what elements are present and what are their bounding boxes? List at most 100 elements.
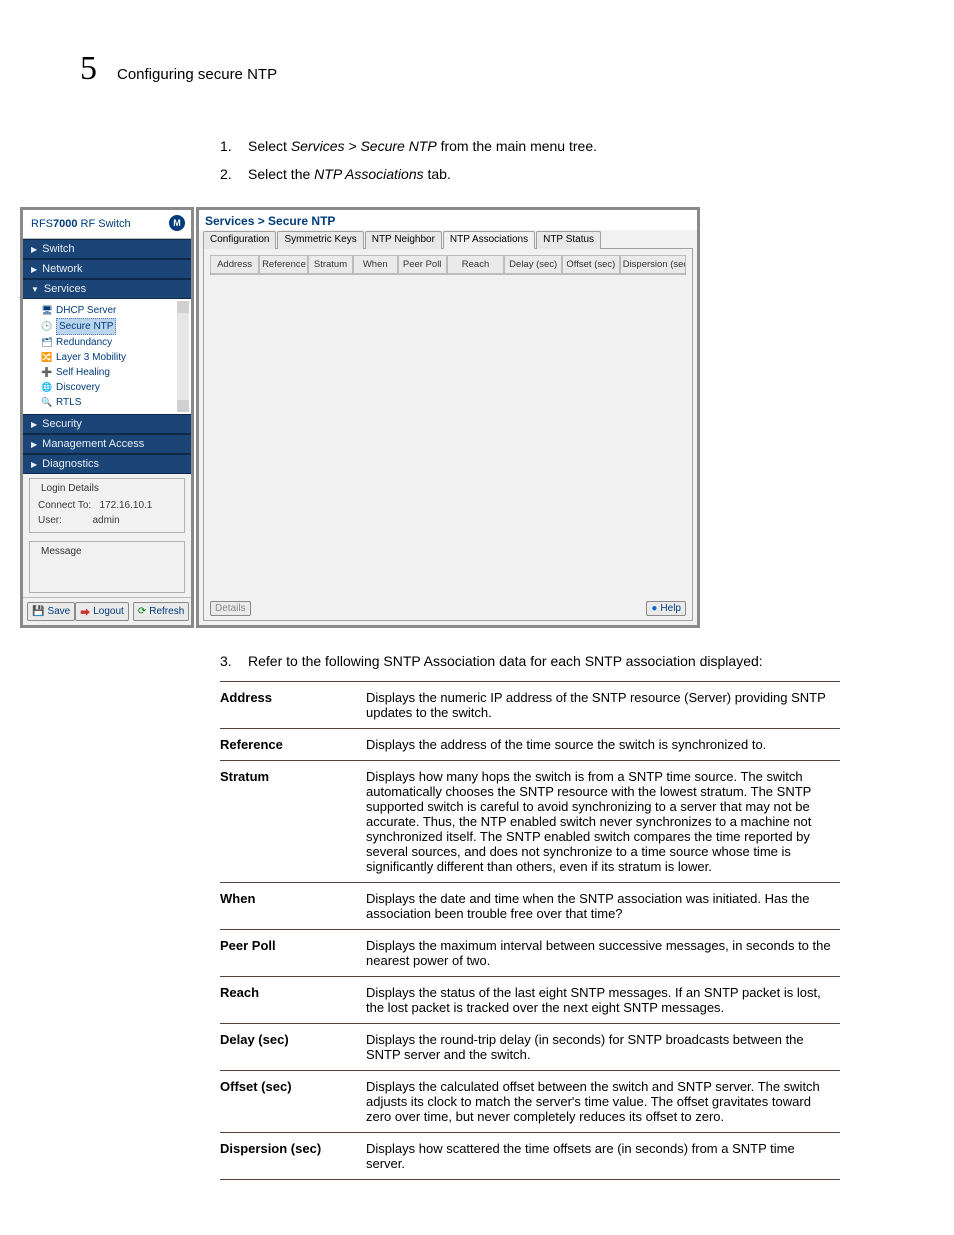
term: When (220, 883, 366, 930)
nav-item-security[interactable]: ▶Security (23, 414, 191, 434)
col-stratum[interactable]: Stratum (308, 255, 353, 274)
table-row: Dispersion (sec)Displays how scattered t… (220, 1133, 840, 1180)
table-row: ReferenceDisplays the address of the tim… (220, 729, 840, 761)
step3: 3. Refer to the following SNTP Associati… (220, 653, 874, 669)
brand-bar: RFS7000 RF Switch M (23, 210, 191, 239)
term: Stratum (220, 761, 366, 883)
tree-item-secure-ntp[interactable]: 🕒Secure NTP (41, 318, 189, 335)
term: Address (220, 682, 366, 729)
arrow-right-icon: ▶ (31, 440, 37, 449)
step-number: 1. (220, 138, 238, 154)
save-button[interactable]: 💾Save (27, 602, 75, 621)
step-number: 3. (220, 653, 238, 669)
col-peer-poll[interactable]: Peer Poll (398, 255, 447, 274)
definition: Displays the round-trip delay (in second… (366, 1024, 840, 1071)
step-text: Refer to the following SNTP Association … (248, 653, 763, 669)
rtls-icon: 🔍 (41, 395, 53, 410)
step-text: Select the NTP Associations tab. (248, 166, 451, 182)
arrow-right-icon: ▶ (31, 265, 37, 274)
server-icon: 🖥 (41, 303, 53, 318)
tab-ntp-associations[interactable]: NTP Associations (443, 231, 535, 249)
tab-ntp-neighbor[interactable]: NTP Neighbor (365, 231, 442, 249)
help-button[interactable]: ●Help (646, 601, 686, 616)
col-address[interactable]: Address (210, 255, 259, 274)
table-row: ReachDisplays the status of the last eig… (220, 977, 840, 1024)
term: Delay (sec) (220, 1024, 366, 1071)
nav-item-management-access[interactable]: ▶Management Access (23, 434, 191, 454)
refresh-button[interactable]: ⟳Refresh (133, 602, 189, 621)
tab-configuration[interactable]: Configuration (203, 231, 276, 249)
panel-footer: Details ●Help (204, 597, 692, 620)
arrow-right-icon: ▶ (31, 420, 37, 429)
step-text: Select Services > Secure NTP from the ma… (248, 138, 597, 154)
tab-ntp-status[interactable]: NTP Status (536, 231, 601, 249)
tree-item-redundancy[interactable]: 🗂Redundancy (41, 335, 189, 350)
details-button[interactable]: Details (210, 601, 251, 616)
term: Reference (220, 729, 366, 761)
col-offset[interactable]: Offset (sec) (562, 255, 620, 274)
login-details: Login Details Connect To: 172.16.10.1 Us… (29, 478, 185, 533)
definition: Displays the maximum interval between su… (366, 930, 840, 977)
breadcrumb: Services > Secure NTP (199, 210, 697, 230)
table-row: Peer PollDisplays the maximum interval b… (220, 930, 840, 977)
definition: Displays the numeric IP address of the S… (366, 682, 840, 729)
tree-item-dhcp[interactable]: 🖥DHCP Server (41, 303, 189, 318)
clock-icon: 🕒 (41, 319, 53, 334)
definition: Displays how many hops the switch is fro… (366, 761, 840, 883)
chapter-number: 5 (80, 50, 97, 88)
nav-item-diagnostics[interactable]: ▶Diagnostics (23, 454, 191, 474)
description-table: AddressDisplays the numeric IP address o… (220, 681, 840, 1180)
col-reference[interactable]: Reference (259, 255, 308, 274)
tree-item-discovery[interactable]: 🌐Discovery (41, 380, 189, 395)
help-icon: ● (651, 603, 657, 614)
arrow-right-icon: ▶ (31, 460, 37, 469)
content-panel: Services > Secure NTP Configuration Symm… (196, 207, 700, 628)
nav-item-switch[interactable]: ▶Switch (23, 239, 191, 259)
tab-panel: Address Reference Stratum When Peer Poll… (203, 248, 693, 621)
left-footer: 💾Save ⮕Logout ⟳Refresh (23, 597, 191, 625)
definition: Displays the status of the last eight SN… (366, 977, 840, 1024)
embedded-screenshot: RFS7000 RF Switch M ▶Switch ▶Network ▼Se… (20, 207, 700, 628)
tab-symmetric-keys[interactable]: Symmetric Keys (277, 231, 363, 249)
col-reach[interactable]: Reach (447, 255, 505, 274)
motorola-logo-icon: M (169, 215, 185, 231)
term: Reach (220, 977, 366, 1024)
col-delay[interactable]: Delay (sec) (504, 255, 562, 274)
tab-strip: Configuration Symmetric Keys NTP Neighbo… (199, 230, 697, 248)
nav-item-network[interactable]: ▶Network (23, 259, 191, 279)
definition: Displays how scattered the time offsets … (366, 1133, 840, 1180)
logout-icon: ⮕ (80, 604, 90, 619)
logout-button[interactable]: ⮕Logout (75, 602, 129, 621)
redundancy-icon: 🗂 (41, 335, 53, 350)
services-tree: 🖥DHCP Server 🕒Secure NTP 🗂Redundancy 🔀La… (23, 299, 191, 414)
col-when[interactable]: When (353, 255, 398, 274)
message-box: Message (29, 541, 185, 593)
chapter-title: Configuring secure NTP (117, 66, 277, 83)
table-row: WhenDisplays the date and time when the … (220, 883, 840, 930)
col-dispersion[interactable]: Dispersion (sec) (620, 255, 686, 274)
grid-body (210, 281, 686, 591)
table-row: StratumDisplays how many hops the switch… (220, 761, 840, 883)
definition: Displays the calculated offset between t… (366, 1071, 840, 1133)
navigation-panel: RFS7000 RF Switch M ▶Switch ▶Network ▼Se… (20, 207, 194, 628)
page-header: 5 Configuring secure NTP (80, 50, 874, 88)
refresh-icon: ⟳ (138, 606, 146, 617)
table-row: AddressDisplays the numeric IP address o… (220, 682, 840, 729)
mobility-icon: 🔀 (41, 350, 53, 365)
nav-item-services[interactable]: ▼Services (23, 279, 191, 299)
arrow-right-icon: ▶ (31, 245, 37, 254)
tree-item-l3mobility[interactable]: 🔀Layer 3 Mobility (41, 350, 189, 365)
scrollbar[interactable] (177, 301, 189, 412)
tree-item-self-healing[interactable]: ➕Self Healing (41, 365, 189, 380)
tree-item-rtls[interactable]: 🔍RTLS (41, 395, 189, 410)
term: Dispersion (sec) (220, 1133, 366, 1180)
table-row: Offset (sec)Displays the calculated offs… (220, 1071, 840, 1133)
steps: 1. Select Services > Secure NTP from the… (220, 138, 874, 182)
healing-icon: ➕ (41, 365, 53, 380)
connect-to-value: 172.16.10.1 (100, 500, 153, 511)
arrow-down-icon: ▼ (31, 285, 39, 294)
grid-header: Address Reference Stratum When Peer Poll… (210, 255, 686, 275)
discovery-icon: 🌐 (41, 380, 53, 395)
user-value: admin (92, 515, 119, 526)
term: Offset (sec) (220, 1071, 366, 1133)
